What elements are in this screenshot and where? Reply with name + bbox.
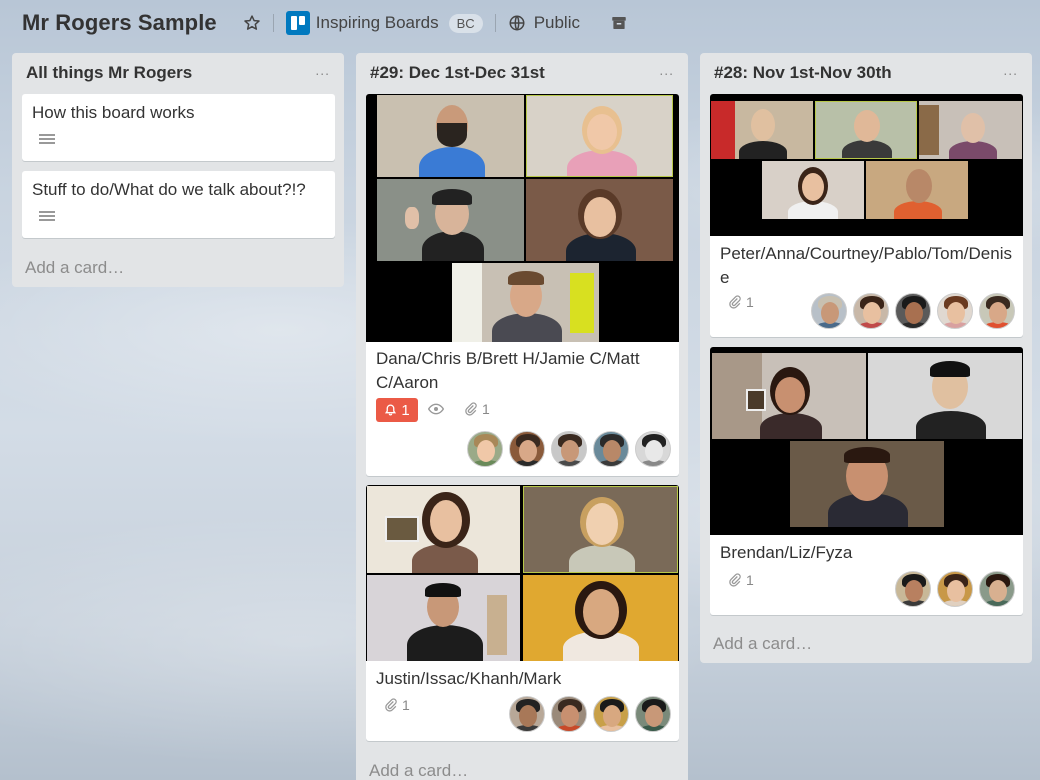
video-tile xyxy=(367,486,520,573)
list-header: #29: Dec 1st-Dec 31st ... xyxy=(356,53,688,93)
video-tile xyxy=(919,101,1022,159)
card-peter-anna[interactable]: Peter/Anna/Courtney/Pablo/Tom/Denise 1 xyxy=(710,94,1023,337)
team-name: Inspiring Boards xyxy=(315,13,439,32)
video-tile xyxy=(712,353,866,439)
board-title[interactable]: Mr Rogers Sample xyxy=(22,10,217,36)
video-tile xyxy=(526,179,673,261)
attachment-badge: 1 xyxy=(728,572,754,588)
video-tile xyxy=(452,263,599,342)
visibility-button[interactable]: Public xyxy=(508,13,580,33)
attachment-badge: 1 xyxy=(728,294,754,310)
list-menu-icon[interactable]: ... xyxy=(315,62,330,78)
card-title: Stuff to do/What do we talk about?!? xyxy=(32,180,306,199)
notification-count: 1 xyxy=(401,401,410,419)
add-card-button[interactable]: Add a card… xyxy=(369,761,468,780)
member-avatar[interactable] xyxy=(937,293,973,329)
video-tile xyxy=(377,95,524,177)
attachment-badge: 1 xyxy=(384,697,410,713)
member-avatar[interactable] xyxy=(551,696,587,732)
globe-icon xyxy=(509,15,525,31)
card-how-this-board-works[interactable]: How this board works xyxy=(22,94,335,161)
card-title: Dana/Chris B/Brett H/Jamie C/Matt C/Aaro… xyxy=(376,349,640,392)
description-icon xyxy=(39,134,55,146)
member-avatar[interactable] xyxy=(979,571,1015,607)
notification-badge[interactable]: 1 xyxy=(376,398,418,422)
member-avatar[interactable] xyxy=(509,431,545,467)
video-tile xyxy=(367,575,520,661)
bell-icon xyxy=(385,404,397,416)
paperclip-icon xyxy=(465,402,477,416)
star-icon[interactable] xyxy=(243,14,261,32)
attachment-count: 1 xyxy=(402,697,410,713)
add-card-button[interactable]: Add a card… xyxy=(25,258,124,278)
video-tile xyxy=(866,161,968,219)
video-tile xyxy=(377,179,524,261)
video-tile xyxy=(868,353,1022,439)
archive-icon[interactable] xyxy=(610,14,628,32)
list-nov: #28: Nov 1st-Nov 30th ... Peter/Anna/Cou… xyxy=(700,53,1032,663)
paperclip-icon xyxy=(729,573,741,587)
member-avatar[interactable] xyxy=(509,696,545,732)
card-dana-chris[interactable]: Dana/Chris B/Brett H/Jamie C/Matt C/Aaro… xyxy=(366,94,679,476)
member-avatar[interactable] xyxy=(551,431,587,467)
video-tile xyxy=(523,575,678,661)
paperclip-icon xyxy=(729,295,741,309)
paperclip-icon xyxy=(385,698,397,712)
team-button[interactable]: Inspiring Boards BC xyxy=(285,11,483,35)
team-badge: BC xyxy=(448,13,483,33)
list-title[interactable]: #29: Dec 1st-Dec 31st xyxy=(370,63,545,83)
attachment-badge: 1 xyxy=(464,401,490,417)
member-avatar[interactable] xyxy=(593,431,629,467)
member-avatar[interactable] xyxy=(895,293,931,329)
header-divider xyxy=(494,14,496,32)
add-card-button[interactable]: Add a card… xyxy=(713,634,812,654)
card-cover-image xyxy=(710,94,1023,236)
member-avatar[interactable] xyxy=(937,571,973,607)
video-tile xyxy=(762,161,864,219)
watching-badge xyxy=(428,403,448,415)
list-title[interactable]: #28: Nov 1st-Nov 30th xyxy=(714,63,892,83)
attachment-count: 1 xyxy=(482,401,490,417)
card-brendan-liz[interactable]: Brendan/Liz/Fyza 1 xyxy=(710,347,1023,615)
list-dec: #29: Dec 1st-Dec 31st ... Dana/Chris B/B… xyxy=(356,53,688,780)
member-avatar[interactable] xyxy=(635,431,671,467)
attachment-count: 1 xyxy=(746,572,754,588)
video-tile xyxy=(711,101,813,159)
video-tile xyxy=(815,101,917,159)
member-avatar[interactable] xyxy=(467,431,503,467)
list-all-things: All things Mr Rogers ... How this board … xyxy=(12,53,344,287)
eye-icon xyxy=(428,403,444,415)
video-tile xyxy=(526,95,673,177)
card-cover-image xyxy=(710,347,1023,535)
card-justin-issac[interactable]: Justin/Issac/Khanh/Mark 1 xyxy=(366,485,679,741)
member-avatar[interactable] xyxy=(853,293,889,329)
list-header: #28: Nov 1st-Nov 30th ... xyxy=(700,53,1032,93)
list-menu-icon[interactable]: ... xyxy=(1003,62,1018,78)
member-avatar[interactable] xyxy=(635,696,671,732)
attachment-count: 1 xyxy=(746,294,754,310)
video-tile xyxy=(523,486,678,573)
trello-logo-icon xyxy=(285,11,310,35)
list-title[interactable]: All things Mr Rogers xyxy=(26,63,192,83)
member-avatar[interactable] xyxy=(593,696,629,732)
member-avatar[interactable] xyxy=(979,293,1015,329)
video-tile xyxy=(790,441,944,527)
card-cover-image xyxy=(366,94,679,342)
member-avatar[interactable] xyxy=(811,293,847,329)
card-stuff-to-do[interactable]: Stuff to do/What do we talk about?!? xyxy=(22,171,335,238)
board-header: Mr Rogers Sample Inspiring Boards BC Pub… xyxy=(0,0,1040,46)
header-divider xyxy=(272,14,274,32)
member-avatar[interactable] xyxy=(895,571,931,607)
card-title: Peter/Anna/Courtney/Pablo/Tom/Denise xyxy=(720,244,1012,287)
visibility-label: Public xyxy=(533,13,580,32)
card-title: Brendan/Liz/Fyza xyxy=(720,543,853,562)
list-menu-icon[interactable]: ... xyxy=(659,62,674,78)
description-icon xyxy=(39,211,55,223)
card-title: How this board works xyxy=(32,103,195,122)
card-cover-image xyxy=(366,485,679,661)
card-title: Justin/Issac/Khanh/Mark xyxy=(376,669,562,688)
list-header: All things Mr Rogers ... xyxy=(12,53,344,93)
